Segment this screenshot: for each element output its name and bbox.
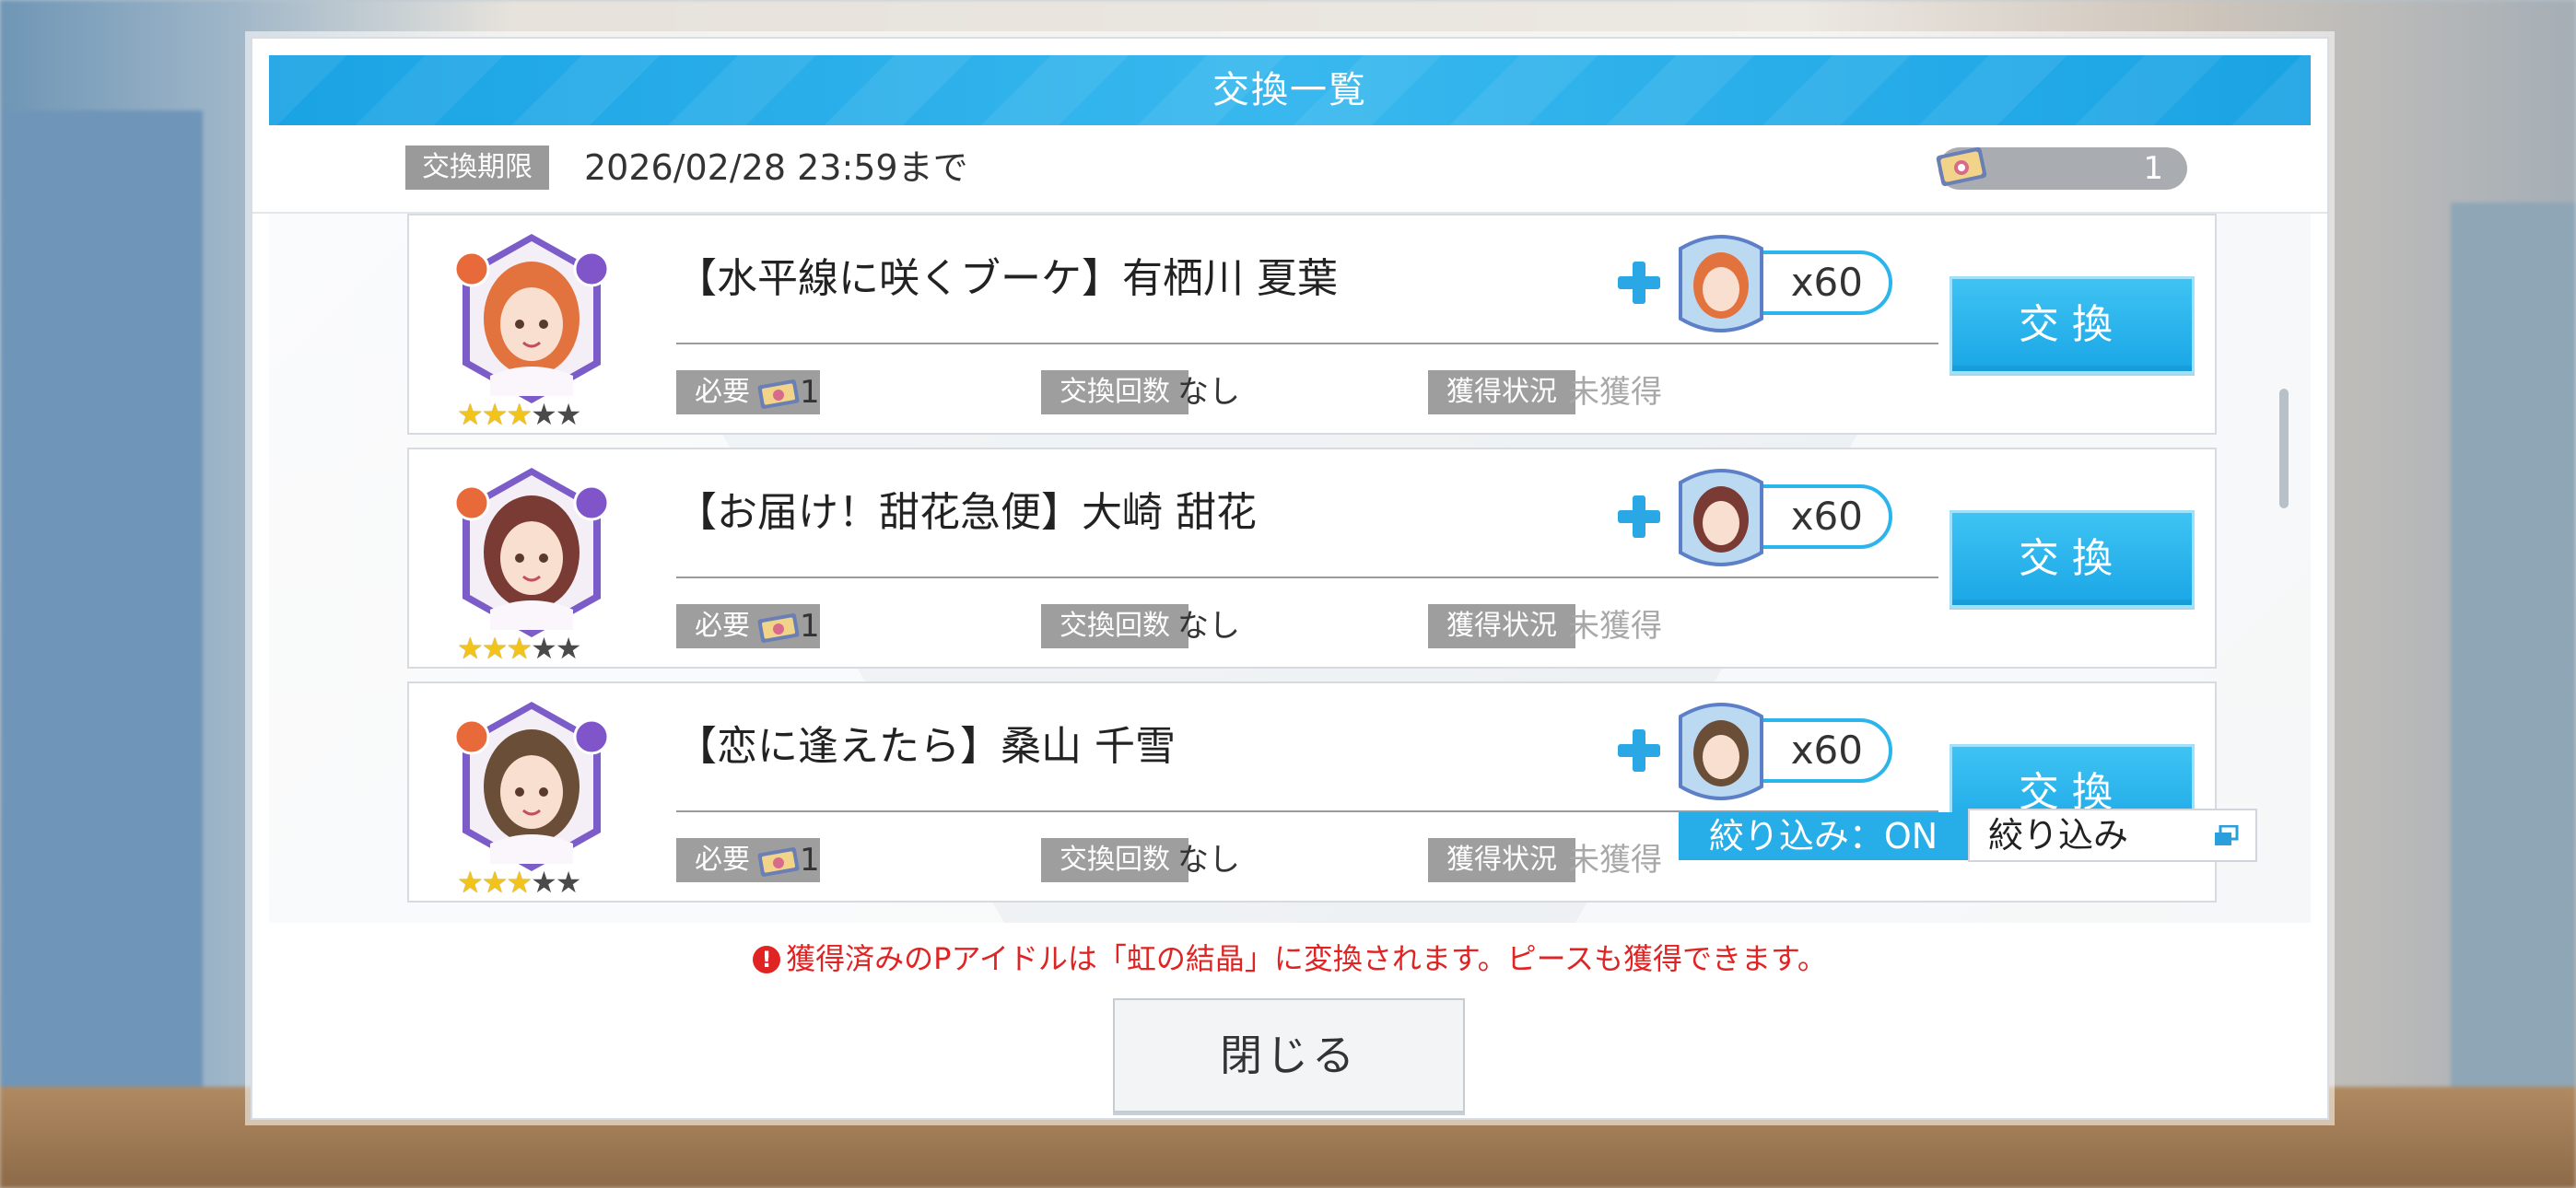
exchange-period-row: 交換期限 2026/02/28 23:59まで 1 [252, 127, 2327, 214]
conversion-notice: ! 獲得済みのPアイドルは「虹の結晶」に変換されます。ピースも獲得できます。 [269, 936, 2311, 978]
star-icon: ★ [457, 865, 484, 900]
star-icon: ★ [457, 397, 484, 432]
filter-status: 絞り込み：ON [1679, 812, 1968, 860]
idol-piece-icon [1679, 235, 1763, 332]
exchange-period-label: 交換期限 [405, 146, 549, 190]
plus-icon [1618, 729, 1660, 772]
card-divider [676, 577, 1938, 578]
required-value: 1 [800, 608, 820, 645]
acquisition-status-value: 未獲得 [1568, 608, 1662, 645]
exchange-list-dialog: 交換一覧 交換期限 2026/02/28 23:59まで 1 ★★★★★ 【水平… [251, 37, 2329, 1120]
required-tag: 必要 [676, 604, 820, 648]
filter-button-label: 絞り込み [1988, 815, 2129, 856]
list-scrollbar-thumb[interactable] [2279, 389, 2289, 508]
star-icon: ★ [481, 397, 509, 432]
required-label: 必要 [695, 610, 750, 642]
star-icon: ★ [481, 631, 509, 666]
exchange-card: ★★★★★ 【お届け！甜花急便】大崎 甜花 x60 必要 1 交換回数 なし 獲… [407, 448, 2217, 669]
idol-piece-icon [1679, 703, 1763, 800]
star-icon: ★ [457, 631, 484, 666]
exchange-ticket-icon [757, 846, 800, 877]
rarity-stars: ★★★★★ [457, 397, 582, 432]
star-icon: ★ [555, 865, 582, 900]
required-tag: 必要 [676, 370, 820, 414]
plus-icon [1618, 495, 1660, 538]
required-tag: 必要 [676, 838, 820, 882]
dialog-footer: ! 獲得済みのPアイドルは「虹の結晶」に変換されます。ピースも獲得できます。 閉じ… [269, 923, 2311, 1112]
card-divider [676, 343, 1938, 344]
exchange-count-tag: 交換回数 [1041, 370, 1188, 414]
background-door [0, 111, 203, 1087]
exchange-card: ★★★★★ 【恋に逢えたら】桑山 千雪 x60 必要 1 交換回数 なし 獲得状… [407, 681, 2217, 903]
exchange-count-tag: 交換回数 [1041, 604, 1188, 648]
exchange-count-value: なし [1177, 374, 1240, 411]
exchange-ticket-icon [757, 379, 800, 409]
idol-portrait [453, 468, 610, 637]
exchange-button[interactable]: 交換 [1950, 276, 2195, 374]
dialog-title-text: 交換一覧 [1212, 69, 1367, 111]
exchange-card: ★★★★★ 【水平線に咲くブーケ】有栖川 夏葉 x60 必要 1 交換回数 なし… [407, 214, 2217, 435]
idol-card-name: 【お届け！甜花急便】大崎 甜花 [676, 489, 1257, 536]
exchange-count-value: なし [1177, 608, 1240, 645]
exchange-ticket-icon [757, 612, 800, 643]
conversion-notice-text: 獲得済みのPアイドルは「虹の結晶」に変換されます。ピースも獲得できます。 [786, 941, 1827, 976]
owned-item-count: 1 [1936, 146, 2187, 190]
exchange-count-tag: 交換回数 [1041, 838, 1188, 882]
close-button[interactable]: 閉じる [1113, 998, 1465, 1112]
owned-item-count-value: 1 [2143, 150, 2163, 187]
filter-button[interactable]: 絞り込み [1968, 809, 2257, 862]
warning-icon: ! [753, 946, 781, 973]
acquisition-status-tag: 獲得状況 [1428, 604, 1575, 648]
star-icon: ★ [531, 397, 557, 432]
idol-portrait [453, 702, 610, 871]
rarity-stars: ★★★★★ [457, 865, 582, 900]
star-icon: ★ [506, 397, 533, 432]
idol-portrait [453, 234, 610, 403]
rarity-stars: ★★★★★ [457, 631, 582, 666]
acquisition-status-value: 未獲得 [1568, 374, 1662, 411]
acquisition-status-value: 未獲得 [1568, 842, 1662, 879]
idol-card-name: 【水平線に咲くブーケ】有栖川 夏葉 [676, 255, 1338, 302]
exchange-button[interactable]: 交換 [1950, 510, 2195, 608]
star-icon: ★ [506, 631, 533, 666]
star-icon: ★ [555, 397, 582, 432]
required-value: 1 [800, 374, 820, 411]
star-icon: ★ [506, 865, 533, 900]
star-icon: ★ [531, 865, 557, 900]
exchange-period-value: 2026/02/28 23:59まで [584, 147, 968, 188]
star-icon: ★ [555, 631, 582, 666]
idol-card-name: 【恋に逢えたら】桑山 千雪 [676, 723, 1176, 770]
star-icon: ★ [481, 865, 509, 900]
exchange-count-value: なし [1177, 842, 1240, 879]
background-fridge [2451, 203, 2576, 1087]
list-scrollbar[interactable] [2279, 214, 2289, 858]
idol-piece-icon [1679, 469, 1763, 566]
plus-icon [1618, 262, 1660, 304]
acquisition-status-tag: 獲得状況 [1428, 838, 1575, 882]
required-label: 必要 [695, 376, 750, 408]
required-label: 必要 [695, 844, 750, 876]
required-value: 1 [800, 842, 820, 879]
exchange-ticket-icon [1936, 146, 1987, 187]
star-icon: ★ [531, 631, 557, 666]
acquisition-status-tag: 獲得状況 [1428, 370, 1575, 414]
popup-window-icon [2215, 825, 2239, 845]
dialog-title: 交換一覧 [269, 55, 2311, 125]
